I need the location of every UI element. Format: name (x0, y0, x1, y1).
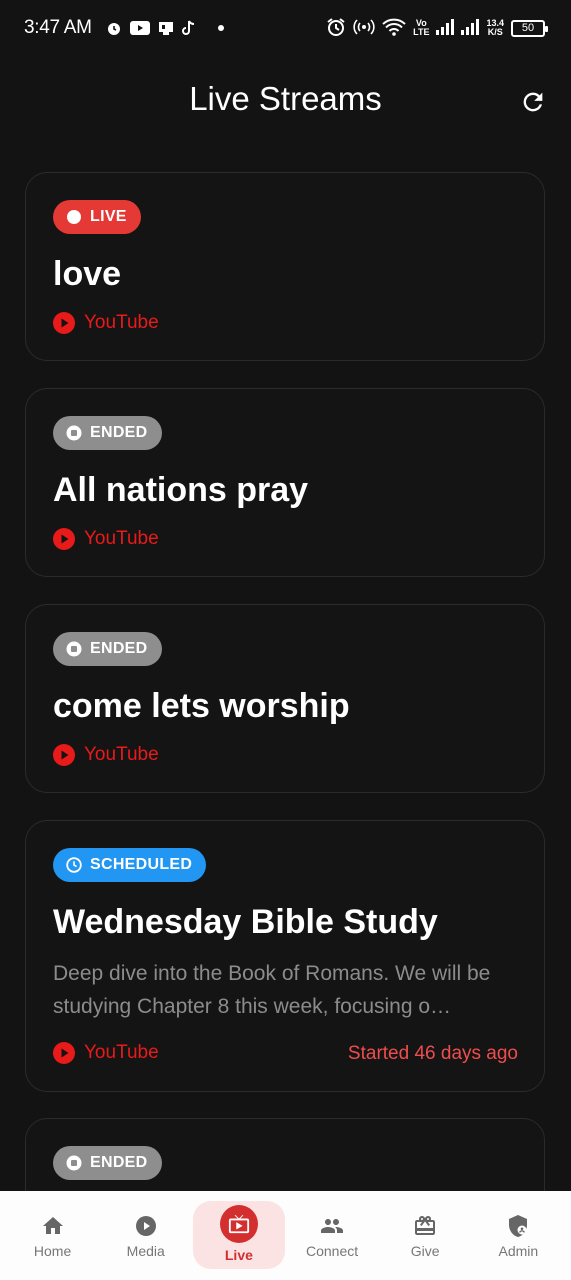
stream-card[interactable]: ENDED All nations pray YouTube (25, 388, 545, 577)
status-badge-ended: ENDED (53, 632, 162, 666)
nav-home[interactable]: Home (7, 1191, 99, 1280)
stream-card[interactable]: ENDED come lets worship YouTube (25, 604, 545, 793)
nav-label: Media (126, 1242, 165, 1259)
platform-label: YouTube (53, 744, 159, 766)
clock-icon (66, 857, 82, 873)
platform-label: YouTube (53, 1042, 159, 1064)
status-badge-label: SCHEDULED (90, 856, 193, 873)
started-time: Started 46 days ago (347, 1043, 518, 1064)
status-badge-ended: ENDED (53, 1146, 162, 1180)
network-speed: 13.4 K/S (486, 19, 504, 37)
nav-admin[interactable]: Admin (472, 1191, 564, 1280)
admin-shield-icon (505, 1213, 531, 1239)
live-dot-icon (66, 209, 82, 225)
nav-label: Give (410, 1242, 440, 1259)
app-header: Live Streams (0, 72, 571, 132)
home-icon (40, 1213, 66, 1239)
nav-connect[interactable]: Connect (286, 1191, 378, 1280)
status-bar: 3:47 AM Vo LTE 13.4 K/S 50 (0, 0, 571, 56)
status-badge-scheduled: SCHEDULED (53, 848, 207, 882)
stream-title: All nations pray (53, 471, 309, 509)
volte-bottom-text: LTE (413, 27, 430, 37)
nav-media[interactable]: Media (100, 1191, 192, 1280)
volte-indicator: Vo LTE (413, 19, 429, 37)
nav-label: Live (224, 1246, 253, 1263)
nav-label: Home (33, 1242, 72, 1259)
platform-name: YouTube (84, 312, 159, 333)
battery-level: 50 (521, 22, 535, 34)
stream-card[interactable]: LIVE love YouTube (25, 172, 545, 361)
youtube-play-icon (53, 528, 75, 550)
refresh-button[interactable] (519, 88, 547, 116)
youtube-notification-icon (129, 21, 150, 35)
stop-icon (66, 1155, 82, 1171)
platform-label: YouTube (53, 528, 159, 550)
status-badge-label: ENDED (90, 1154, 148, 1171)
tiktok-notification-icon (181, 20, 196, 36)
wifi-icon (382, 18, 406, 39)
hotspot-icon (353, 18, 375, 39)
refresh-icon (523, 92, 543, 112)
battery-icon: 50 (511, 19, 548, 37)
speed-unit: K/S (487, 27, 503, 37)
stream-title: Wednesday Bible Study (53, 903, 438, 941)
youtube-play-icon (53, 1042, 75, 1064)
platform-name: YouTube (84, 1042, 159, 1063)
nav-label: Connect (305, 1242, 359, 1259)
nav-label: Admin (498, 1242, 539, 1259)
status-badge-label: LIVE (90, 208, 127, 225)
app-notification-icon (158, 20, 174, 36)
page-title: Live Streams (189, 80, 382, 117)
signal-icon-2 (461, 18, 480, 38)
status-badge-ended: ENDED (53, 416, 162, 450)
platform-name: YouTube (84, 528, 159, 549)
live-tv-icon (219, 1204, 258, 1243)
status-time: 3:47 AM (24, 17, 92, 38)
alarm-icon (326, 17, 346, 40)
stop-icon (66, 425, 82, 441)
play-circle-icon (133, 1213, 159, 1239)
bottom-navigation: Home Media Live Connect Give Admin (0, 1191, 571, 1280)
youtube-play-icon (53, 744, 75, 766)
stream-title: come lets worship (53, 687, 350, 725)
stream-description: Deep dive into the Book of Romans. We wi… (53, 962, 491, 1018)
platform-name: YouTube (84, 744, 159, 765)
status-badge-live: LIVE (53, 200, 141, 234)
people-icon (319, 1213, 345, 1239)
platform-label: YouTube (53, 312, 159, 334)
nav-give[interactable]: Give (379, 1191, 471, 1280)
youtube-play-icon (53, 312, 75, 334)
status-badge-label: ENDED (90, 424, 148, 441)
stream-title: love (53, 255, 122, 293)
signal-icon (436, 18, 455, 38)
status-badge-label: ENDED (90, 640, 148, 657)
more-notifications-dot (217, 25, 224, 31)
stop-icon (66, 641, 82, 657)
alarm-notification-icon (106, 20, 122, 36)
gift-icon (412, 1213, 438, 1239)
stream-card[interactable]: SCHEDULED Wednesday Bible Study Deep div… (25, 820, 545, 1092)
nav-live[interactable]: Live (192, 1191, 285, 1280)
